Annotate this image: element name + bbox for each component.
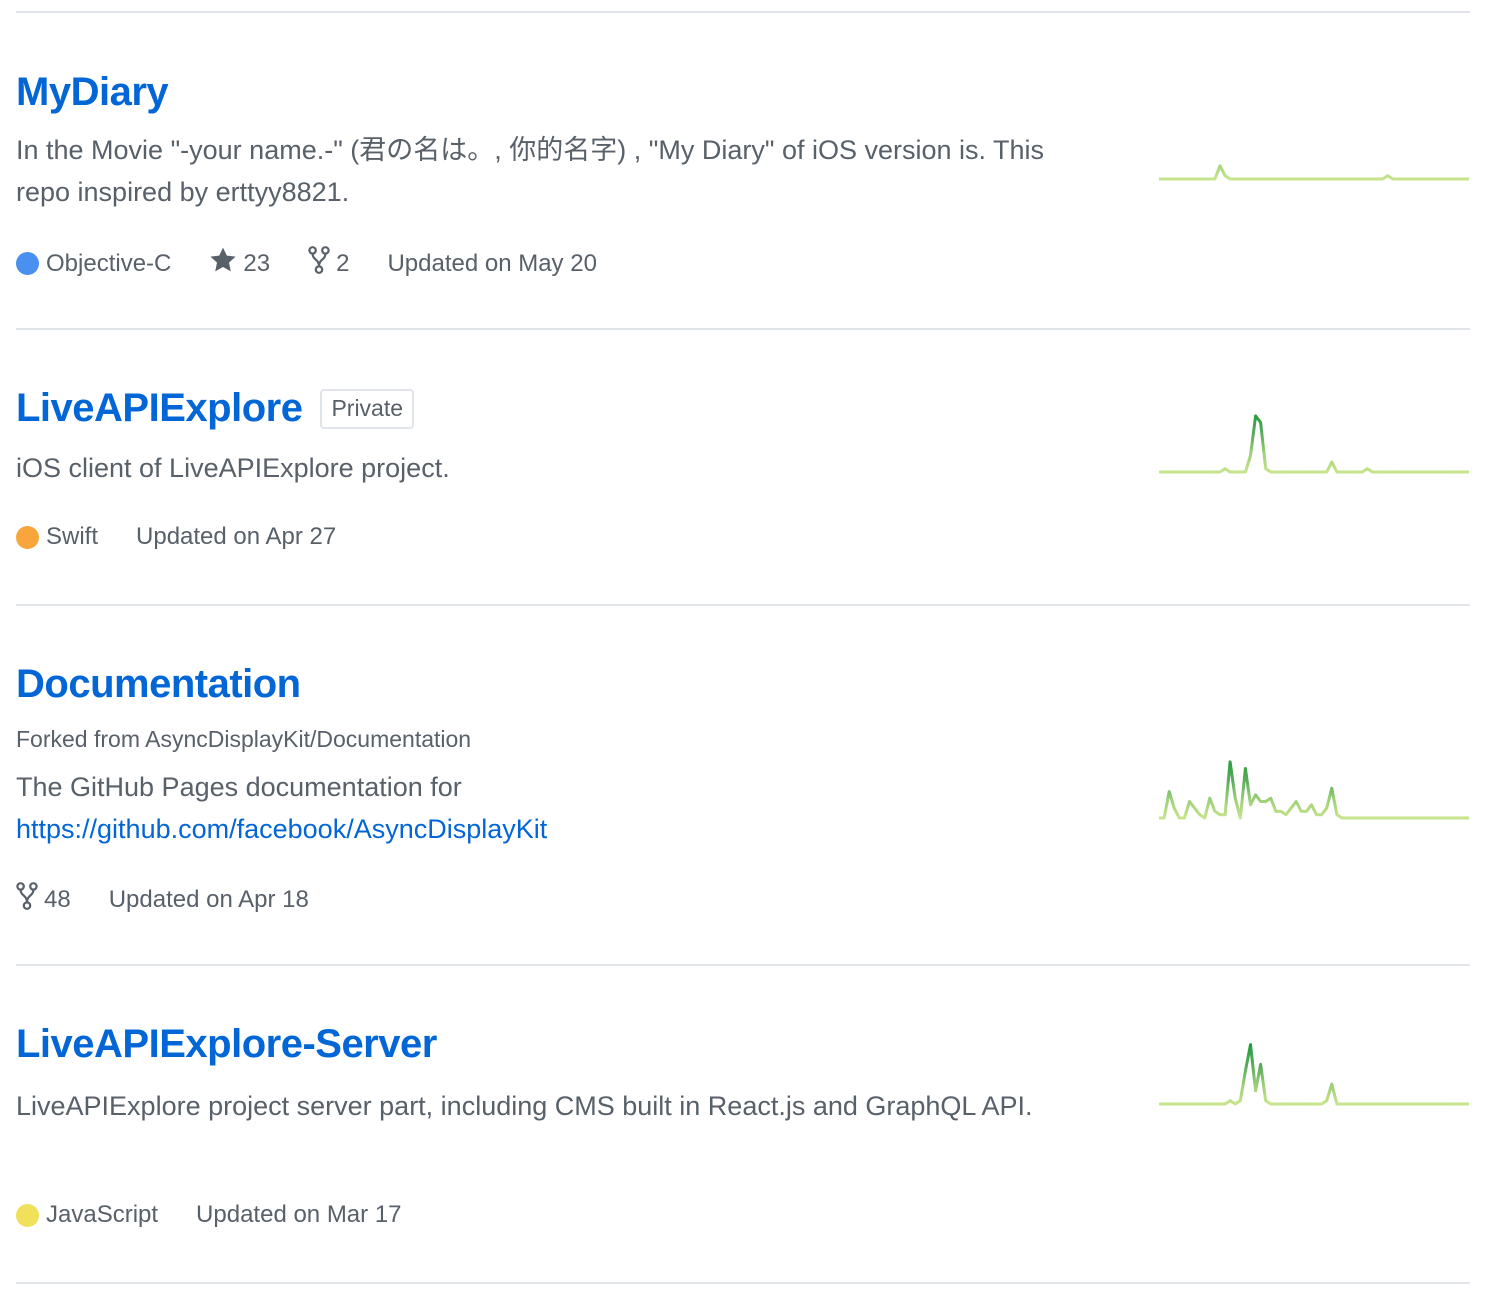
description-link[interactable]: https://github.com/facebook/AsyncDisplay… bbox=[16, 814, 547, 844]
repo-meta: Swift Updated on Apr 27 bbox=[16, 523, 374, 551]
private-badge: Private bbox=[320, 388, 415, 429]
repo-title-row: LiveAPIExplore Private bbox=[16, 386, 415, 431]
repo-item-documentation: Documentation Forked from AsyncDisplayKi… bbox=[16, 606, 1470, 966]
repo-language: Objective-C bbox=[16, 250, 171, 278]
repo-description: LiveAPIExplore project server part, incl… bbox=[16, 1091, 1033, 1121]
forked-from-prefix: Forked from bbox=[16, 726, 146, 752]
repo-name-link[interactable]: LiveAPIExplore bbox=[16, 386, 303, 431]
repo-description-text: The GitHub Pages documentation for bbox=[16, 772, 462, 802]
repo-meta: 48 Updated on Apr 18 bbox=[16, 882, 347, 917]
sparkline-path bbox=[1159, 414, 1469, 474]
repo-description: In the Movie "-your name.-" (君の名は。, 你的名字… bbox=[16, 135, 1045, 207]
sparkline-path bbox=[1159, 760, 1469, 820]
star-count: 23 bbox=[243, 249, 271, 277]
forked-from-note: Forked from AsyncDisplayKit/Documentatio… bbox=[16, 726, 471, 753]
repo-meta: Objective-C 23 2 Updated on May 20 bbox=[16, 246, 635, 281]
repo-language: Swift bbox=[16, 523, 98, 551]
star-icon bbox=[209, 247, 237, 280]
language-name: Objective-C bbox=[46, 249, 172, 277]
language-color-dot bbox=[16, 1203, 39, 1227]
forks-link[interactable]: 48 bbox=[16, 882, 71, 917]
activity-sparkline bbox=[1159, 164, 1469, 181]
language-name: Swift bbox=[46, 523, 99, 550]
repo-language: JavaScript bbox=[16, 1201, 158, 1229]
repo-title-row: MyDiary bbox=[16, 70, 169, 115]
stargazers-link[interactable]: 23 bbox=[209, 247, 270, 280]
repo-title-row: Documentation bbox=[16, 662, 301, 707]
activity-sparkline bbox=[1159, 414, 1469, 474]
repo-item-mydiary: MyDiary In the Movie "-your name.-" (君の名… bbox=[16, 12, 1470, 330]
repo-description: iOS client of LiveAPIExplore project. bbox=[16, 453, 450, 483]
fork-icon bbox=[308, 246, 330, 281]
language-color-dot bbox=[16, 525, 39, 549]
repo-item-liveapiexplore: LiveAPIExplore Private iOS client of Liv… bbox=[16, 330, 1470, 606]
fork-count: 48 bbox=[44, 885, 71, 913]
sparkline-path bbox=[1159, 1043, 1469, 1106]
repo-name-link[interactable]: LiveAPIExplore-Server bbox=[16, 1022, 437, 1067]
fork-count: 2 bbox=[336, 249, 350, 277]
language-color-dot bbox=[16, 252, 39, 275]
repo-title-row: LiveAPIExplore-Server bbox=[16, 1022, 437, 1067]
updated-time: Updated on Mar 17 bbox=[196, 1201, 402, 1228]
repo-meta: JavaScript Updated on Mar 17 bbox=[16, 1201, 440, 1229]
fork-icon bbox=[16, 882, 38, 917]
sparkline-path bbox=[1159, 164, 1469, 181]
activity-sparkline bbox=[1159, 760, 1469, 820]
language-name: JavaScript bbox=[46, 1201, 159, 1228]
updated-time: Updated on Apr 27 bbox=[136, 523, 337, 550]
updated-time: Updated on Apr 18 bbox=[108, 885, 309, 913]
forked-from-link[interactable]: AsyncDisplayKit/Documentation bbox=[145, 726, 471, 752]
repo-name-link[interactable]: MyDiary bbox=[16, 70, 169, 115]
activity-sparkline bbox=[1159, 1043, 1469, 1106]
updated-time: Updated on May 20 bbox=[387, 249, 597, 277]
repo-name-link[interactable]: Documentation bbox=[16, 662, 301, 707]
forks-link[interactable]: 2 bbox=[308, 246, 349, 281]
repo-item-liveapiexplore-server: LiveAPIExplore-Server LiveAPIExplore pro… bbox=[16, 966, 1470, 1284]
repo-description: The GitHub Pages documentation for https… bbox=[16, 766, 1066, 850]
